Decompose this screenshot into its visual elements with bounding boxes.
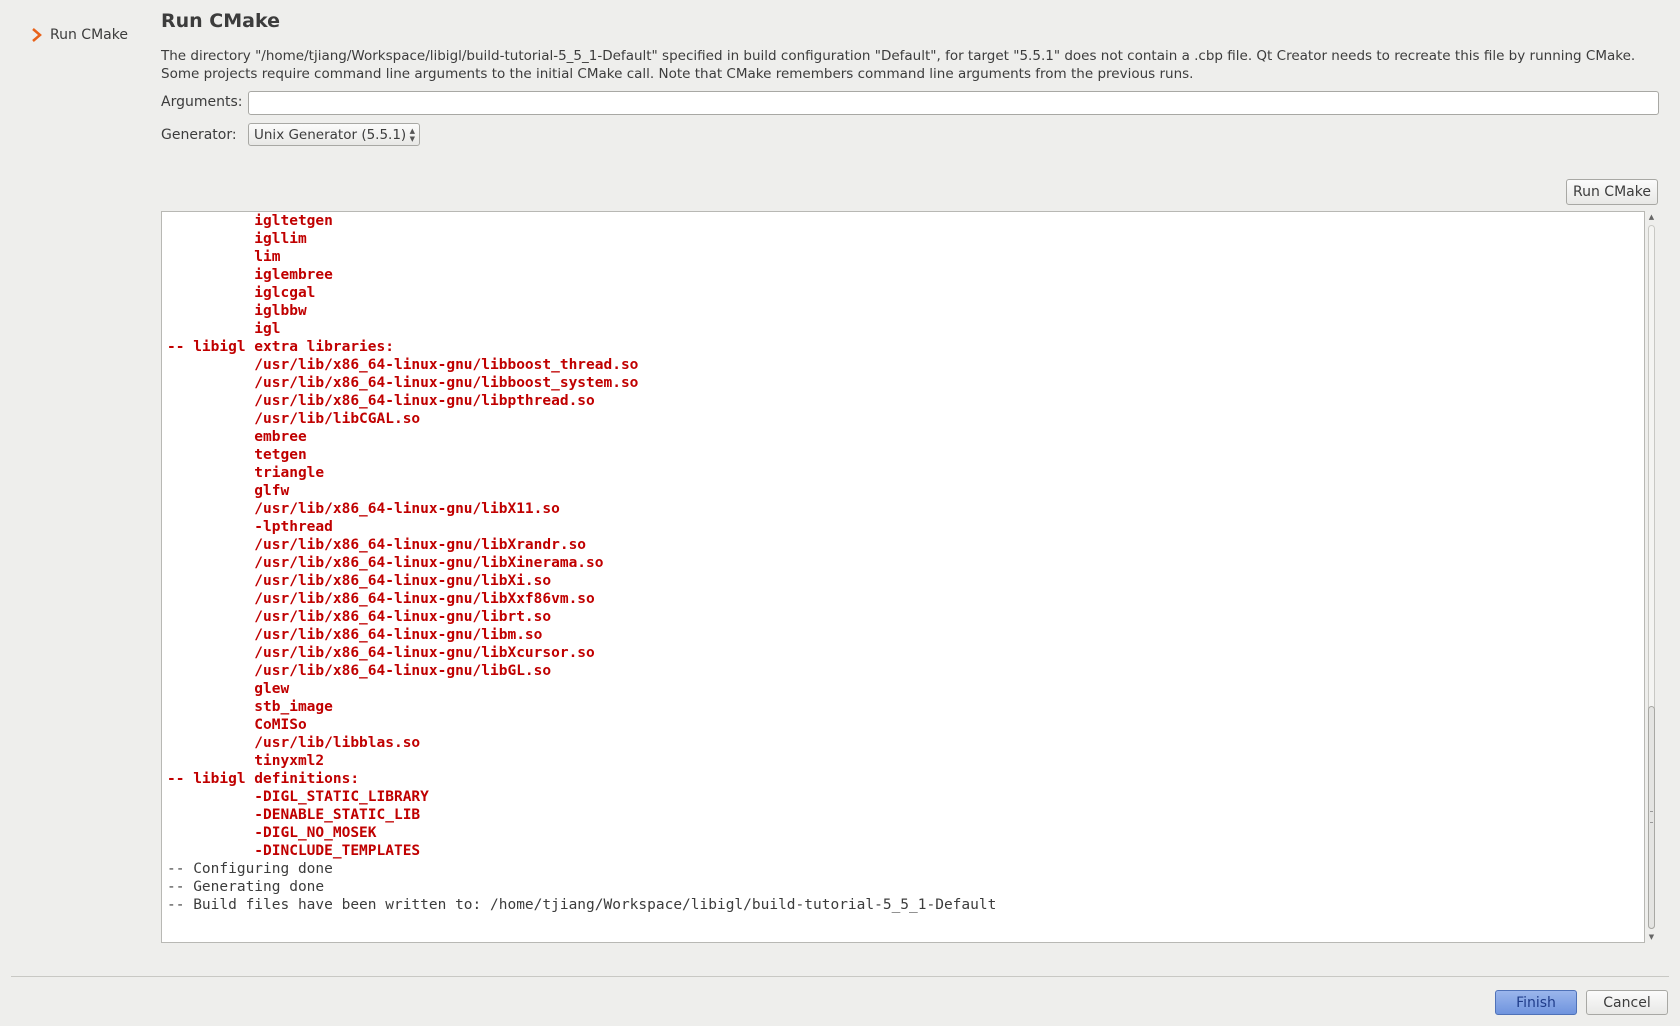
output-line: /usr/lib/x86_64-linux-gnu/libpthread.so — [167, 393, 595, 409]
output-line: lim — [167, 249, 281, 265]
scrollbar-grip — [1650, 811, 1653, 823]
output-line: glew — [167, 681, 290, 697]
output-line: tetgen — [167, 447, 307, 463]
cmake-output: igltetgen igllim lim iglembree iglcgal i… — [161, 211, 1645, 943]
generator-label: Generator: — [161, 127, 237, 143]
scroll-up-icon[interactable]: ▲ — [1646, 211, 1657, 223]
scroll-down-icon[interactable]: ▼ — [1646, 931, 1657, 943]
run-cmake-button[interactable]: Run CMake — [1566, 179, 1658, 205]
output-line: /usr/lib/x86_64-linux-gnu/libXxf86vm.so — [167, 591, 595, 607]
arguments-input[interactable] — [248, 91, 1659, 115]
output-line: /usr/lib/x86_64-linux-gnu/libXcursor.so — [167, 645, 595, 661]
output-line: triangle — [167, 465, 325, 481]
generator-value: Unix Generator (5.5.1) — [254, 127, 407, 143]
description-line: Some projects require command line argum… — [161, 65, 1194, 82]
output-line: -DIGL_STATIC_LIBRARY — [167, 789, 429, 805]
finish-button[interactable]: Finish — [1495, 990, 1577, 1015]
output-lines: igltetgen igllim lim iglembree iglcgal i… — [167, 212, 996, 914]
output-line: /usr/lib/x86_64-linux-gnu/libm.so — [167, 627, 543, 643]
output-line: iglembree — [167, 267, 333, 283]
spin-arrows-icon: ▲ ▼ — [409, 127, 415, 143]
output-line: -- Generating done — [167, 879, 325, 895]
output-line: glfw — [167, 483, 290, 499]
output-line: -DINCLUDE_TEMPLATES — [167, 843, 421, 859]
output-line: /usr/lib/x86_64-linux-gnu/librt.so — [167, 609, 552, 625]
output-line: /usr/lib/libblas.so — [167, 735, 421, 751]
output-line: iglbbw — [167, 303, 307, 319]
output-line: -- libigl extra libraries: — [167, 339, 394, 355]
sidebar-item-label: Run CMake — [50, 27, 128, 43]
output-line: igllim — [167, 231, 307, 247]
page-title: Run CMake — [161, 10, 280, 32]
output-line: /usr/lib/x86_64-linux-gnu/libboost_threa… — [167, 357, 639, 373]
output-line: stb_image — [167, 699, 333, 715]
chevron-right-icon — [32, 28, 42, 42]
output-line: /usr/lib/libCGAL.so — [167, 411, 421, 427]
output-scrollbar[interactable]: ▲ ▼ — [1645, 211, 1658, 943]
output-line: -- Configuring done — [167, 861, 333, 877]
output-line: -DENABLE_STATIC_LIB — [167, 807, 421, 823]
output-line: -- Build files have been written to: /ho… — [167, 897, 997, 913]
output-line: iglcgal — [167, 285, 316, 301]
output-line: -DIGL_NO_MOSEK — [167, 825, 377, 841]
output-line: igl — [167, 321, 281, 337]
output-line: /usr/lib/x86_64-linux-gnu/libXi.so — [167, 573, 552, 589]
output-line: igltetgen — [167, 213, 333, 229]
output-line: /usr/lib/x86_64-linux-gnu/libGL.so — [167, 663, 552, 679]
output-line: -- libigl definitions: — [167, 771, 360, 787]
generator-select[interactable]: Unix Generator (5.5.1) ▲ ▼ — [248, 123, 420, 146]
output-line: embree — [167, 429, 307, 445]
cancel-button[interactable]: Cancel — [1586, 990, 1668, 1015]
output-line: CoMISo — [167, 717, 307, 733]
description-line: The directory "/home/tjiang/Workspace/li… — [161, 48, 1636, 64]
output-line: /usr/lib/x86_64-linux-gnu/libX11.so — [167, 501, 560, 517]
page-description: The directory "/home/tjiang/Workspace/li… — [161, 48, 1661, 83]
footer-divider — [11, 976, 1669, 977]
output-line: /usr/lib/x86_64-linux-gnu/libXinerama.so — [167, 555, 604, 571]
arguments-label: Arguments: — [161, 94, 243, 110]
output-line: /usr/lib/x86_64-linux-gnu/libXrandr.so — [167, 537, 587, 553]
sidebar-item-run-cmake[interactable]: Run CMake — [30, 27, 128, 43]
output-line: -lpthread — [167, 519, 333, 535]
output-line: tinyxml2 — [167, 753, 325, 769]
output-line: /usr/lib/x86_64-linux-gnu/libboost_syste… — [167, 375, 639, 391]
